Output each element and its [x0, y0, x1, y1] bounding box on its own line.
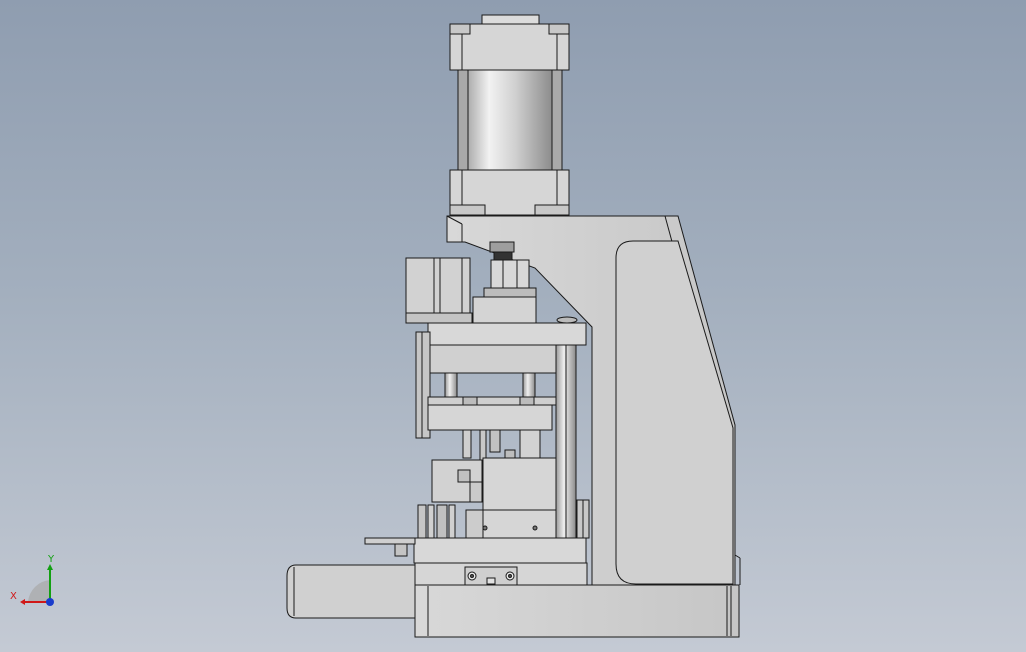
lower-plate [414, 562, 588, 586]
air-cylinder [449, 14, 570, 216]
base-plate [414, 584, 740, 638]
x-axis-label: X [10, 591, 17, 602]
triad-arc [28, 580, 50, 602]
y-axis-label: Y [47, 554, 55, 565]
z-axis-dot [46, 598, 54, 606]
guide-pillar [555, 344, 577, 564]
axis-triad: X Y [8, 552, 72, 612]
cad-viewport[interactable]: X Y [0, 0, 1026, 652]
side-actuator [405, 257, 473, 324]
punch-tooling [462, 429, 541, 461]
press-machine-model[interactable] [0, 0, 1026, 652]
left-housing [286, 564, 421, 619]
